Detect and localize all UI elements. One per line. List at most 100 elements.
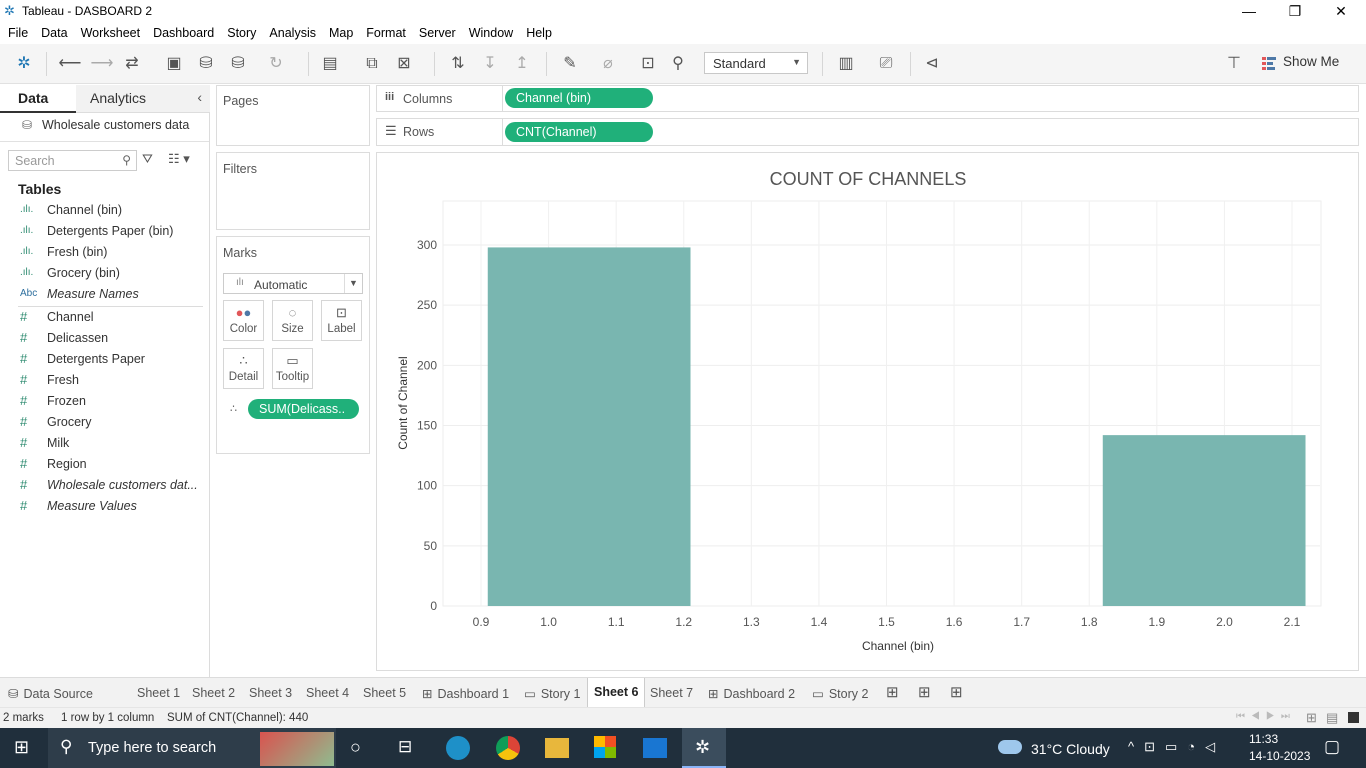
show-labels-icon[interactable]: ⊡ xyxy=(636,54,660,74)
field-item[interactable]: .ılı. Grocery (bin) xyxy=(0,264,205,285)
menu-item-data[interactable]: Data xyxy=(33,22,72,40)
menu-item-server[interactable]: Server xyxy=(411,22,461,40)
bar[interactable] xyxy=(487,247,691,606)
sheet-tab-sheet-2[interactable]: Sheet 2 xyxy=(192,686,235,700)
swap-rows-columns-icon[interactable]: ⇅ xyxy=(446,54,470,74)
view-options-icon[interactable]: ☷ ▾ xyxy=(168,151,190,167)
redo-icon[interactable]: ⟶ xyxy=(90,54,114,74)
mail-icon[interactable] xyxy=(643,738,667,758)
size-button[interactable]: ◌ Size xyxy=(272,300,313,341)
datasource-name[interactable]: Wholesale customers data xyxy=(42,118,189,132)
columns-pill[interactable]: Channel (bin) xyxy=(505,88,653,108)
field-item[interactable]: .ılı. Detergents Paper (bin) xyxy=(0,222,205,243)
sheet-tab-sheet-4[interactable]: Sheet 4 xyxy=(306,686,349,700)
filter-icon[interactable]: ⛛ xyxy=(142,151,153,167)
show-cards-icon[interactable]: ▥ xyxy=(834,54,858,74)
group-members-icon[interactable]: ⌀ xyxy=(596,54,620,74)
tab-view-icon[interactable] xyxy=(1348,712,1359,723)
tab-analytics[interactable]: Analytics ‹ xyxy=(76,85,210,113)
chrome-icon[interactable] xyxy=(496,736,520,760)
file-explorer-icon[interactable] xyxy=(545,738,569,758)
close-button[interactable]: ✕ xyxy=(1318,0,1364,22)
sheet-tab-sheet-7[interactable]: Sheet 7 xyxy=(650,686,693,700)
label-button[interactable]: ⊡ Label xyxy=(321,300,362,341)
weather-text[interactable]: 31°C Cloudy xyxy=(1031,741,1110,757)
tooltip-button[interactable]: ▭ Tooltip xyxy=(272,348,313,389)
minimize-button[interactable]: — xyxy=(1226,0,1272,22)
new-data-source-icon[interactable]: ⛁ xyxy=(194,54,218,74)
grid-view-icon[interactable]: ⊞ xyxy=(1306,710,1317,726)
maximize-button[interactable]: ❐ xyxy=(1272,0,1318,22)
menu-item-worksheet[interactable]: Worksheet xyxy=(73,22,146,40)
fix-axes-icon[interactable]: ⚲ xyxy=(666,54,690,74)
field-item[interactable]: Abc Measure Names xyxy=(0,285,205,306)
collapse-pane-icon[interactable]: ‹ xyxy=(197,89,202,105)
menu-item-dashboard[interactable]: Dashboard xyxy=(145,22,219,40)
mark-type-dropdown[interactable]: ılı Automatic ▼ xyxy=(223,273,363,294)
sheet-tab-story-1[interactable]: ▭ Story 1 xyxy=(524,686,580,701)
mark-pill[interactable]: SUM(Delicass.. xyxy=(248,399,359,419)
bar[interactable] xyxy=(1102,435,1306,606)
duplicate-sheet-icon[interactable]: ⧉ xyxy=(360,54,384,74)
field-item[interactable]: # Milk xyxy=(0,434,205,455)
edge-icon[interactable] xyxy=(446,736,470,760)
menu-item-story[interactable]: Story xyxy=(219,22,261,40)
pages-card[interactable]: Pages xyxy=(216,85,370,146)
pause-updates-icon[interactable]: ⛁ xyxy=(226,54,250,74)
sheet-tab-story-2[interactable]: ▭ Story 2 xyxy=(812,686,868,701)
sheet-navigation-icon[interactable]: ⏮◀▶⏭ xyxy=(1236,711,1296,722)
search-field[interactable]: Search ⚲ xyxy=(8,150,137,171)
clear-sheet-icon[interactable]: ⊠ xyxy=(392,54,416,74)
windows-start-icon[interactable]: ⊞ xyxy=(14,737,29,758)
widgets-icon[interactable]: ⊟ xyxy=(398,737,412,757)
field-item[interactable]: # Wholesale customers dat... xyxy=(0,476,205,497)
field-item[interactable]: # Measure Values xyxy=(0,497,205,518)
store-icon[interactable] xyxy=(594,736,616,758)
system-tray-icons[interactable]: ^⊡▭◔◁ xyxy=(1128,739,1225,755)
new-worksheet-tab-icon[interactable]: ⊞ xyxy=(886,683,899,701)
menu-item-map[interactable]: Map xyxy=(321,22,358,40)
replace-data-source-icon[interactable]: ⇄ xyxy=(120,54,144,74)
field-item[interactable]: # Region xyxy=(0,455,205,476)
sort-ascending-icon[interactable]: ↧ xyxy=(478,54,502,74)
rows-pill[interactable]: CNT(Channel) xyxy=(505,122,653,142)
highlight-icon[interactable]: ✎ xyxy=(558,54,582,74)
field-item[interactable]: # Fresh xyxy=(0,371,205,392)
sheet-tab-dashboard-2[interactable]: ⊞ Dashboard 2 xyxy=(708,686,795,701)
field-item[interactable]: # Detergents Paper xyxy=(0,350,205,371)
color-button[interactable]: ●● Color xyxy=(223,300,264,341)
menu-item-format[interactable]: Format xyxy=(358,22,411,40)
undo-icon[interactable]: ⟵ xyxy=(58,54,82,74)
sheet-tab-sheet-1[interactable]: Sheet 1 xyxy=(137,686,180,700)
clock-time[interactable]: 11:33 xyxy=(1249,732,1278,746)
tab-data[interactable]: Data xyxy=(0,85,76,113)
menu-item-analysis[interactable]: Analysis xyxy=(261,22,321,40)
field-item[interactable]: # Frozen xyxy=(0,392,205,413)
fit-dropdown[interactable]: Standard ▼ xyxy=(704,52,808,74)
new-worksheet-icon[interactable]: ▤ xyxy=(318,54,342,74)
tableau-home-icon[interactable]: ✲ xyxy=(12,54,36,74)
sheet-tab-data-source[interactable]: ⛁ Data Source xyxy=(8,686,93,701)
sort-descending-icon[interactable]: ↥ xyxy=(510,54,534,74)
menu-item-help[interactable]: Help xyxy=(518,22,557,40)
tableau-taskbar-button[interactable]: ✲ xyxy=(682,728,726,768)
filmstrip-view-icon[interactable]: ▤ xyxy=(1326,710,1338,726)
share-icon[interactable]: ⊲ xyxy=(920,54,944,74)
new-dashboard-tab-icon[interactable]: ⊞ xyxy=(918,683,931,701)
field-item[interactable]: # Grocery xyxy=(0,413,205,434)
sheet-tab-sheet-5[interactable]: Sheet 5 xyxy=(363,686,406,700)
sheet-tab-sheet-6[interactable]: Sheet 6 xyxy=(587,678,646,707)
field-item[interactable]: .ılı. Channel (bin) xyxy=(0,201,205,222)
field-item[interactable]: .ılı. Fresh (bin) xyxy=(0,243,205,264)
notifications-icon[interactable]: ▢ xyxy=(1324,737,1340,757)
save-icon[interactable]: ▣ xyxy=(162,54,186,74)
show-me-button[interactable]: Show Me xyxy=(1283,54,1339,69)
sheet-tab-sheet-3[interactable]: Sheet 3 xyxy=(249,686,292,700)
sheet-tab-dashboard-1[interactable]: ⊞ Dashboard 1 xyxy=(422,686,509,701)
presentation-mode-icon[interactable]: ⎚ xyxy=(874,54,898,74)
menu-item-file[interactable]: File xyxy=(0,22,33,40)
refresh-icon[interactable]: ↻ xyxy=(264,54,288,74)
taskbar-search[interactable]: ⚲ Type here to search xyxy=(48,728,336,768)
detail-button[interactable]: ∴ Detail xyxy=(223,348,264,389)
filters-card[interactable]: Filters xyxy=(216,152,370,230)
